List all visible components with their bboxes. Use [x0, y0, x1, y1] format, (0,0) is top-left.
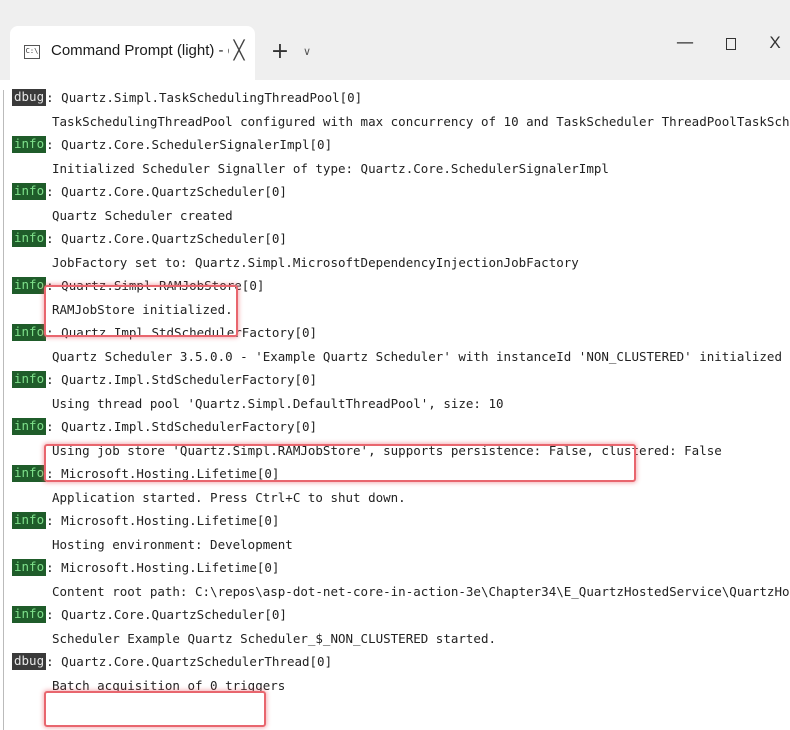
log-level-badge: dbug: [12, 89, 47, 106]
log-level-badge: info: [12, 418, 47, 435]
log-message: Scheduler Example Quartz Scheduler_$_NON…: [52, 630, 497, 646]
log-level-badge: info: [12, 230, 47, 247]
log-level-badge: info: [12, 371, 47, 388]
tab-title: Command Prompt (light) - dot: [51, 42, 229, 59]
chevron-down-icon[interactable]: ∨: [300, 44, 314, 60]
log-category: Microsoft.Hosting.Lifetime[0]: [61, 513, 280, 528]
close-window-button[interactable]: X: [762, 30, 788, 56]
log-message: Application started. Press Ctrl+C to shu…: [52, 489, 406, 505]
log-header-line: info: Quartz.Core.QuartzScheduler[0]: [12, 230, 287, 247]
log-category: Quartz.Core.QuartzScheduler[0]: [61, 184, 287, 199]
log-category: Quartz.Core.SchedulerSignalerImpl[0]: [61, 137, 333, 152]
log-header-line: info: Quartz.Core.SchedulerSignalerImpl[…: [12, 136, 333, 153]
console-output[interactable]: dbug: Quartz.Simpl.TaskSchedulingThreadP…: [0, 89, 790, 730]
title-bar: C:\ Command Prompt (light) - dot ╳ + ∨ —…: [0, 0, 790, 80]
log-message: Content root path: C:\repos\asp-dot-net-…: [52, 583, 790, 599]
log-header-line: info: Quartz.Core.QuartzScheduler[0]: [12, 183, 287, 200]
log-category: Quartz.Core.QuartzScheduler[0]: [61, 607, 287, 622]
command-prompt-icon: C:\: [24, 45, 40, 59]
new-tab-button[interactable]: +: [270, 40, 290, 64]
log-category: Quartz.Simpl.TaskSchedulingThreadPool[0]: [61, 90, 363, 105]
log-message: Quartz Scheduler 3.5.0.0 - 'Example Quar…: [52, 348, 782, 364]
log-category: Quartz.Core.QuartzSchedulerThread[0]: [61, 654, 333, 669]
minimize-button[interactable]: —: [670, 28, 700, 58]
maximize-button[interactable]: [716, 33, 746, 55]
log-header-line: info: Quartz.Core.QuartzScheduler[0]: [12, 606, 287, 623]
log-level-badge: info: [12, 183, 47, 200]
log-level-badge: info: [12, 512, 47, 529]
log-level-badge: info: [12, 606, 47, 623]
log-level-badge: info: [12, 559, 47, 576]
log-level-badge: info: [12, 324, 47, 341]
log-header-line: dbug: Quartz.Core.QuartzSchedulerThread[…: [12, 653, 333, 670]
highlight-box: [44, 285, 238, 337]
log-level-badge: info: [12, 465, 47, 482]
log-message: JobFactory set to: Quartz.Simpl.Microsof…: [52, 254, 579, 270]
log-message: TaskSchedulingThreadPool configured with…: [52, 113, 790, 129]
log-level-badge: info: [12, 136, 47, 153]
log-header-line: info: Microsoft.Hosting.Lifetime[0]: [12, 559, 280, 576]
log-category: Quartz.Impl.StdSchedulerFactory[0]: [61, 372, 318, 387]
terminal-window: C:\ Command Prompt (light) - dot ╳ + ∨ —…: [0, 0, 790, 730]
log-category: Microsoft.Hosting.Lifetime[0]: [61, 560, 280, 575]
log-header-line: dbug: Quartz.Simpl.TaskSchedulingThreadP…: [12, 89, 363, 106]
log-header-line: info: Microsoft.Hosting.Lifetime[0]: [12, 512, 280, 529]
log-header-line: info: Quartz.Impl.StdSchedulerFactory[0]: [12, 371, 318, 388]
highlight-box: [44, 691, 266, 727]
tab-close-icon[interactable]: ╳: [230, 40, 248, 62]
log-message: Hosting environment: Development: [52, 536, 293, 552]
log-message: Quartz Scheduler created: [52, 207, 233, 223]
log-category: Quartz.Impl.StdSchedulerFactory[0]: [61, 419, 318, 434]
log-message: Initialized Scheduler Signaller of type:…: [52, 160, 609, 176]
log-level-badge: dbug: [12, 653, 47, 670]
log-header-line: info: Quartz.Impl.StdSchedulerFactory[0]: [12, 418, 318, 435]
tab-command-prompt[interactable]: C:\ Command Prompt (light) - dot ╳: [10, 26, 255, 80]
highlight-box: [44, 444, 636, 482]
log-category: Quartz.Core.QuartzScheduler[0]: [61, 231, 287, 246]
maximize-icon: [726, 38, 736, 50]
log-level-badge: info: [12, 277, 47, 294]
log-message: Using thread pool 'Quartz.Simpl.DefaultT…: [52, 395, 504, 411]
